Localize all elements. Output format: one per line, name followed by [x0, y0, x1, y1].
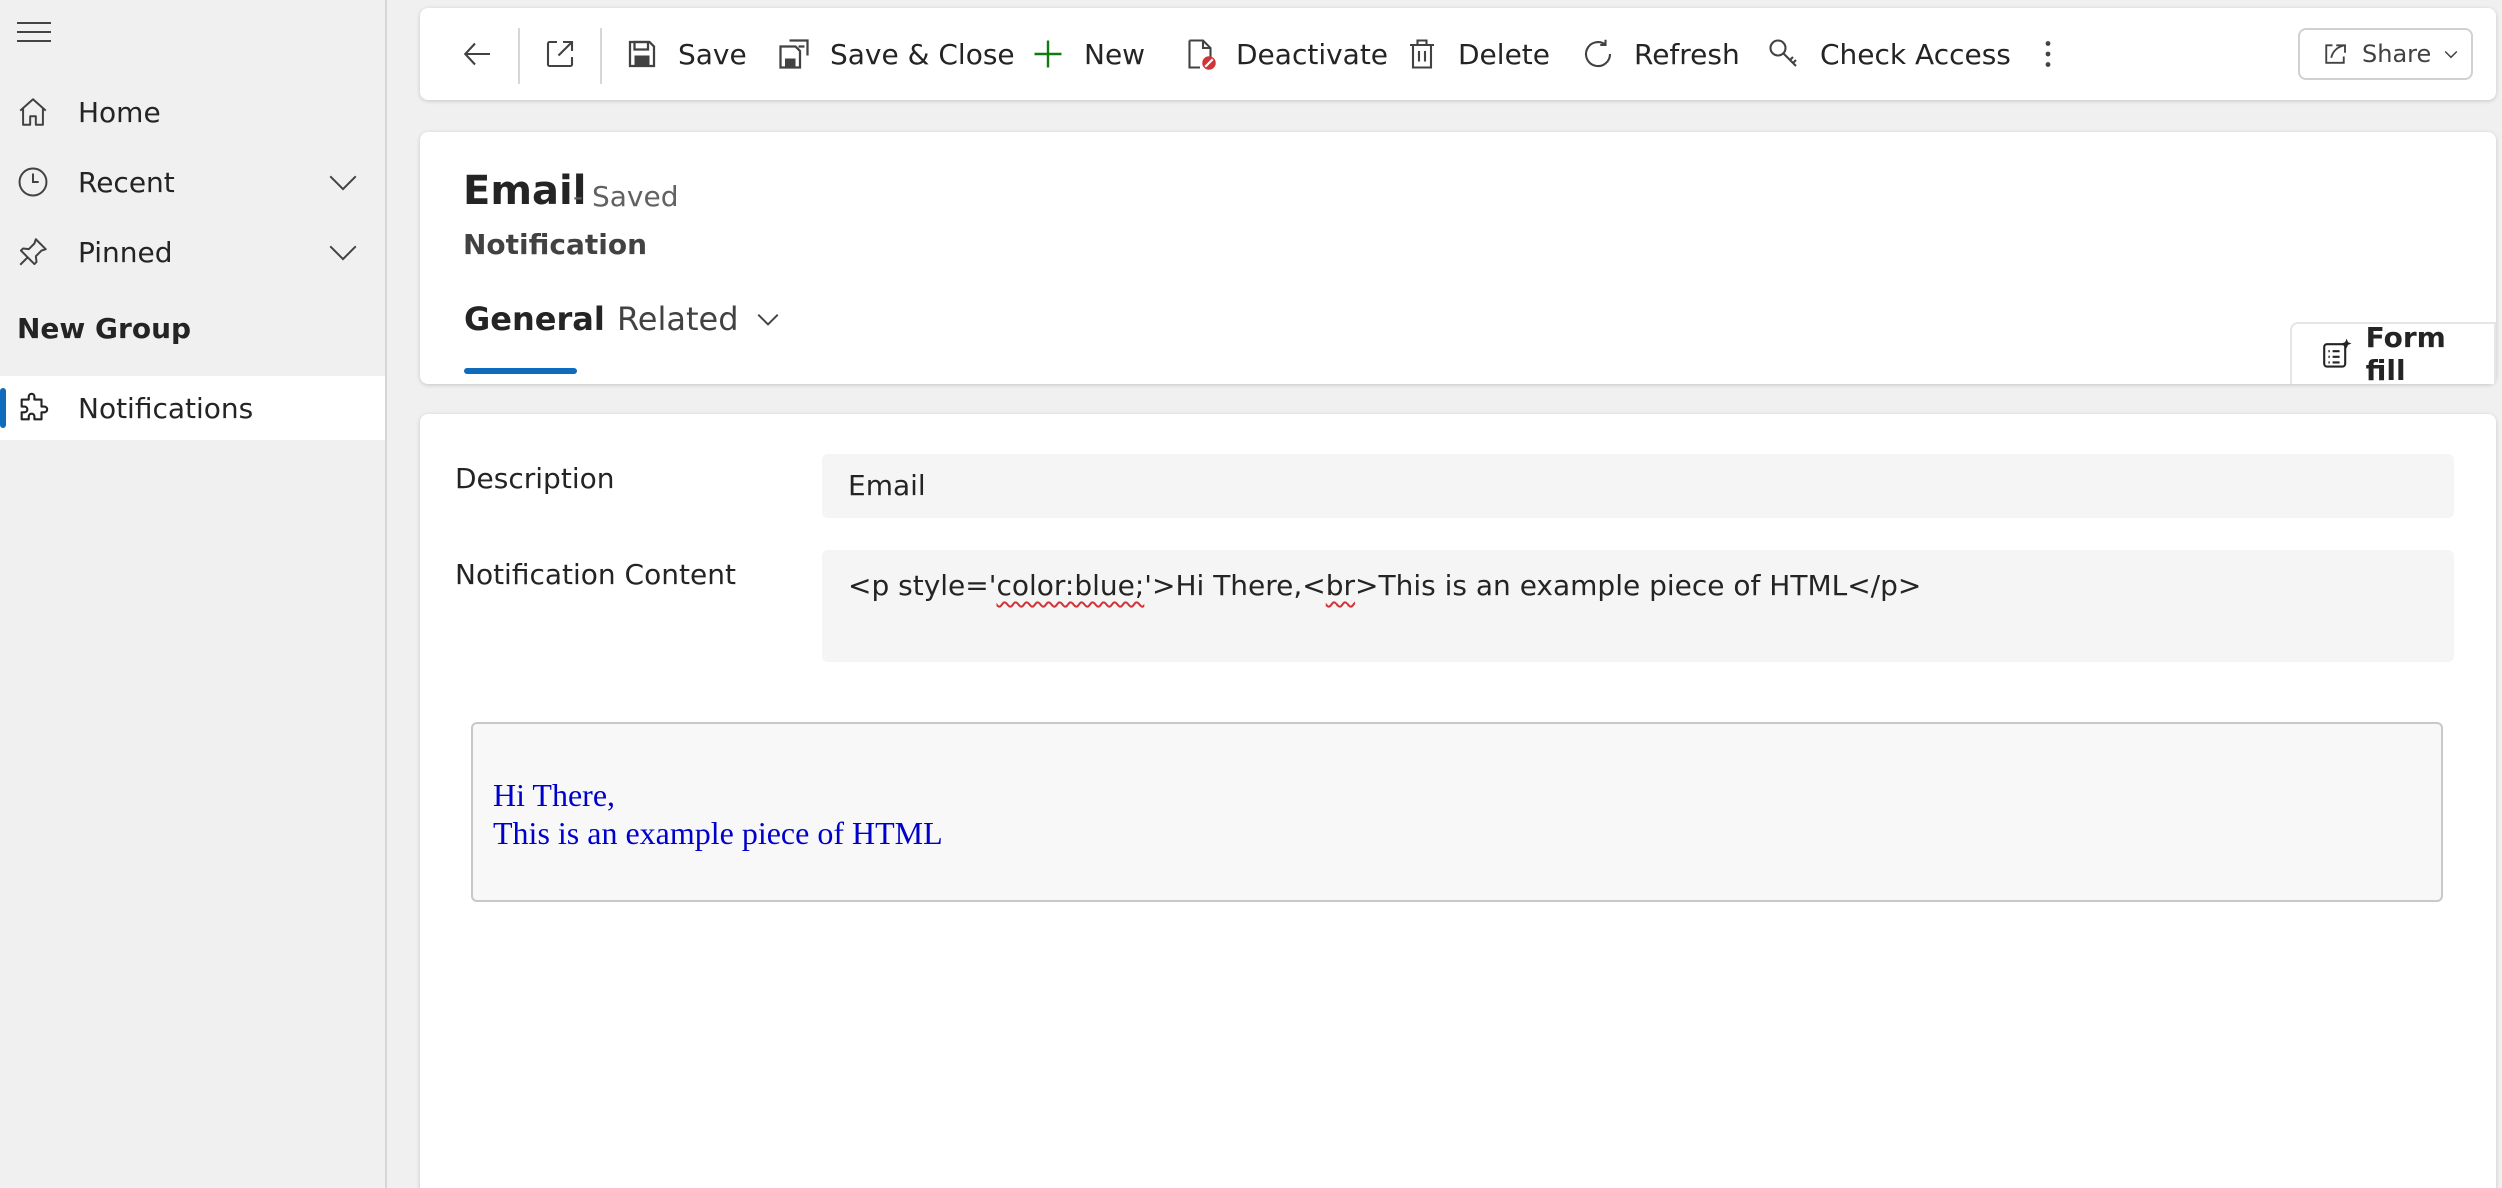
deactivate-button[interactable]: Deactivate	[1182, 8, 1388, 100]
form-fill-label: Form fill	[2365, 321, 2446, 387]
check-access-button[interactable]: Check Access	[1766, 8, 2011, 100]
notification-content-label: Notification Content	[455, 558, 736, 591]
refresh-icon	[1585, 39, 1612, 68]
trash-icon	[1410, 39, 1434, 69]
record-entity-name: Notification	[463, 228, 648, 261]
sidebar-group-title: New Group	[17, 312, 192, 345]
open-new-window-button[interactable]	[542, 8, 596, 100]
html-preview: Hi There, This is an example piece of HT…	[471, 722, 2443, 902]
toolbar-divider	[518, 28, 520, 84]
save-close-icon	[779, 39, 809, 69]
sidebar: Home Recent Pinned New Group Notificatio…	[0, 0, 387, 1188]
home-icon	[19, 98, 47, 126]
content-text-part: <p style='	[848, 569, 997, 602]
back-button[interactable]	[460, 8, 514, 100]
more-vertical-icon	[2045, 41, 2051, 67]
sidebar-item-label: Notifications	[78, 391, 254, 425]
save-button[interactable]: Save	[624, 8, 747, 100]
form-section: Description Email Notification Content <…	[420, 414, 2496, 1188]
pin-icon	[19, 238, 47, 266]
delete-button[interactable]: Delete	[1404, 8, 1550, 100]
new-button[interactable]: New	[1030, 8, 1145, 100]
sidebar-item-label: Home	[78, 95, 161, 129]
tab-general-label: General	[464, 300, 605, 338]
spellcheck-flagged-text: br	[1325, 569, 1356, 602]
chevron-down-icon	[2444, 50, 2458, 59]
refresh-button[interactable]: Refresh	[1580, 8, 1740, 100]
record-save-status: - Saved	[573, 180, 679, 213]
command-bar: Save Save & Close New Deactivate Delete	[420, 8, 2496, 100]
more-commands-button[interactable]	[2030, 8, 2084, 100]
hamburger-menu-icon[interactable]	[17, 22, 51, 46]
form-fill-button[interactable]: Form fill	[2290, 321, 2496, 387]
description-label: Description	[455, 462, 615, 495]
check-access-label: Check Access	[1820, 37, 2011, 71]
arrow-left-icon	[463, 42, 490, 66]
key-icon	[1769, 39, 1797, 67]
record-title: Email	[463, 168, 587, 214]
chevron-down-icon[interactable]	[326, 165, 360, 199]
sidebar-item-notifications[interactable]: Notifications	[0, 376, 385, 440]
new-label: New	[1084, 37, 1146, 71]
sidebar-item-label: Recent	[78, 165, 175, 199]
save-close-button[interactable]: Save & Close	[776, 8, 1015, 100]
save-icon	[628, 40, 656, 68]
preview-line-2: This is an example piece of HTML	[493, 815, 943, 851]
delete-label: Delete	[1458, 37, 1550, 71]
deactivate-icon	[1188, 39, 1216, 70]
sidebar-item-recent[interactable]: Recent	[0, 150, 385, 214]
content-text-part: >This is an example piece of HTML</p>	[1355, 569, 1922, 602]
form-fill-sparkle-icon	[2323, 338, 2352, 368]
tab-related-label: Related	[617, 300, 739, 338]
share-button[interactable]: Share	[2298, 28, 2473, 80]
record-header: Email - Saved Notification General Relat…	[420, 132, 2496, 387]
sidebar-item-label: Pinned	[78, 235, 173, 269]
puzzle-icon	[20, 392, 49, 421]
description-field[interactable]: Email	[822, 454, 2454, 518]
chevron-down-icon	[757, 313, 778, 326]
open-in-new-window-icon	[546, 40, 574, 68]
sidebar-item-home[interactable]: Home	[0, 80, 385, 144]
description-value: Email	[848, 469, 926, 502]
deactivate-label: Deactivate	[1236, 37, 1389, 71]
tab-related[interactable]: Related	[617, 300, 781, 374]
toolbar-divider	[600, 28, 602, 84]
content-text-part: '>Hi There,<	[1144, 569, 1326, 602]
share-label: Share	[2362, 40, 2432, 68]
plus-icon	[1034, 40, 1062, 68]
clock-icon	[18, 167, 48, 197]
tab-general[interactable]: General	[464, 300, 605, 374]
save-close-label: Save & Close	[830, 37, 1015, 71]
notification-content-field[interactable]: <p style='color:blue;'>Hi There,<br>This…	[822, 550, 2454, 662]
share-icon	[2325, 44, 2346, 64]
save-label: Save	[678, 37, 747, 71]
spellcheck-flagged-text: color:blue;	[996, 569, 1145, 602]
refresh-label: Refresh	[1634, 37, 1740, 71]
chevron-down-icon[interactable]	[326, 235, 360, 269]
sidebar-item-pinned[interactable]: Pinned	[0, 220, 385, 284]
preview-line-1: Hi There,	[493, 777, 616, 813]
